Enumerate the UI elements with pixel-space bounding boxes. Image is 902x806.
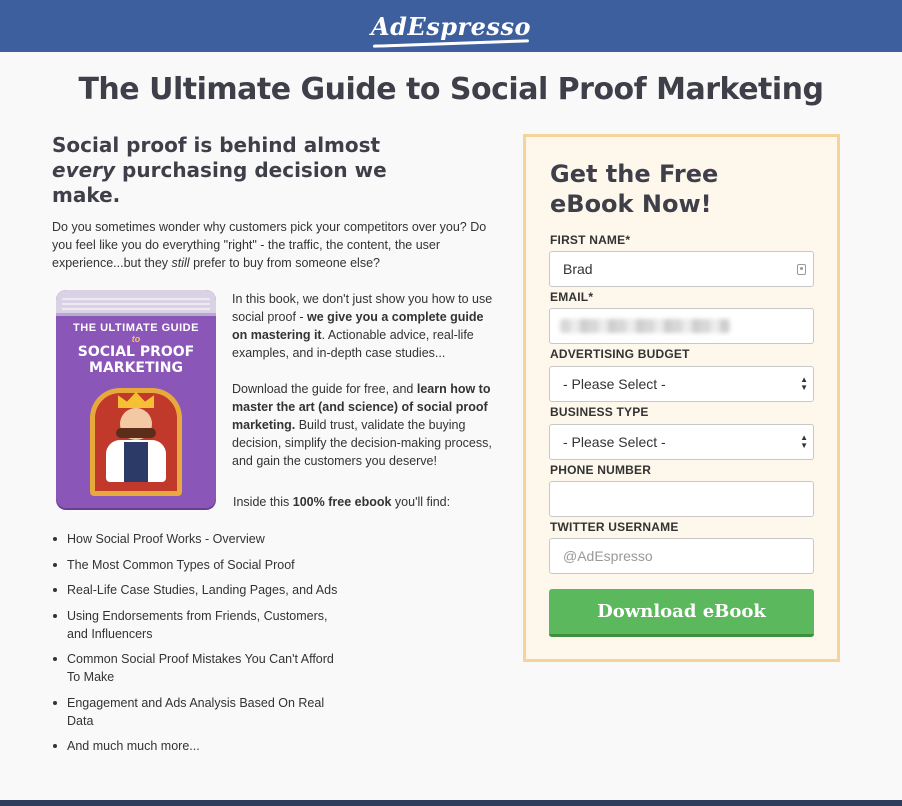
- bottom-bar: [0, 800, 902, 806]
- form-heading: Get the Free eBook Now!: [550, 160, 719, 218]
- list-item: Real-Life Case Studies, Landing Pages, a…: [52, 581, 342, 599]
- phone-number-input[interactable]: [549, 481, 814, 517]
- headline-text-1: Social proof is behind almost: [52, 133, 381, 157]
- business-type-label: BUSINESS TYPE: [550, 405, 649, 419]
- headline-emphasis: every: [52, 158, 116, 182]
- email-label: EMAIL*: [550, 290, 594, 304]
- list-item: Common Social Proof Mistakes You Can't A…: [52, 650, 342, 686]
- signup-form: Get the Free eBook Now! FIRST NAME* Brad…: [523, 134, 840, 662]
- twitter-username-input[interactable]: @AdEspresso: [549, 538, 814, 574]
- book-title-line4: MARKETING: [89, 360, 183, 376]
- advertising-budget-value: - Please Select -: [563, 376, 666, 392]
- advertising-budget-select[interactable]: - Please Select - ▲ ▼: [549, 366, 814, 402]
- list-item: Using Endorsements from Friends, Custome…: [52, 607, 342, 643]
- robe-inner-illustration: [124, 442, 148, 482]
- business-type-select[interactable]: - Please Select - ▲ ▼: [549, 424, 814, 460]
- phone-number-label: PHONE NUMBER: [550, 463, 652, 477]
- twitter-username-label: TWITTER USERNAME: [550, 520, 679, 534]
- redacted-email-value: [560, 319, 730, 333]
- first-name-input[interactable]: Brad: [549, 251, 814, 287]
- inside-ebook-text: Inside this 100% free ebook you'll find:: [233, 495, 450, 509]
- book-cover-title: THE ULTIMATE GUIDE to SOCIAL PROOF MARKE…: [56, 322, 216, 376]
- book-title-line1: THE ULTIMATE GUIDE: [73, 322, 199, 334]
- business-type-value: - Please Select -: [563, 434, 666, 450]
- inside-bold: 100% free ebook: [292, 495, 392, 509]
- book-title-line3: SOCIAL PROOF: [77, 344, 195, 360]
- logo-text: AdEspresso: [371, 11, 531, 41]
- intro-paragraph: Do you sometimes wonder why customers pi…: [52, 218, 497, 272]
- select-arrows-icon: ▲ ▼: [800, 375, 808, 392]
- contact-card-icon[interactable]: [797, 264, 806, 275]
- page-title: The Ultimate Guide to Social Proof Marke…: [78, 72, 824, 107]
- inside-text-2: you'll find:: [391, 495, 451, 509]
- twitter-placeholder: @AdEspresso: [563, 548, 653, 564]
- left-content: Social proof is behind almost every purc…: [52, 133, 502, 530]
- mustache-illustration: [116, 428, 156, 438]
- headline: Social proof is behind almost every purc…: [52, 133, 432, 208]
- list-item: The Most Common Types of Social Proof: [52, 556, 342, 574]
- advertising-budget-label: ADVERTISING BUDGET: [550, 347, 690, 361]
- top-header-bar: AdEspresso: [0, 0, 902, 52]
- list-item: How Social Proof Works - Overview: [52, 530, 342, 548]
- book-pages: [56, 290, 216, 316]
- intro-text-2: prefer to buy from someone else?: [189, 256, 380, 270]
- inside-text-1: Inside this: [233, 495, 293, 509]
- description-paragraph-2: Download the guide for free, and learn h…: [232, 380, 502, 470]
- features-list: How Social Proof Works - Overview The Mo…: [52, 530, 342, 763]
- list-item: Engagement and Ads Analysis Based On Rea…: [52, 694, 342, 730]
- first-name-value: Brad: [563, 261, 593, 277]
- select-arrows-icon: ▲ ▼: [800, 433, 808, 450]
- description-paragraph-1: In this book, we don't just show you how…: [232, 290, 502, 362]
- book-row: THE ULTIMATE GUIDE to SOCIAL PROOF MARKE…: [52, 290, 502, 530]
- book-title-line2: to: [131, 334, 141, 344]
- intro-emphasis: still: [171, 256, 190, 270]
- email-input[interactable]: [549, 308, 814, 344]
- ebook-cover-image: THE ULTIMATE GUIDE to SOCIAL PROOF MARKE…: [56, 290, 216, 508]
- list-item: And much much more...: [52, 737, 342, 755]
- download-ebook-button[interactable]: Download eBook: [549, 589, 814, 637]
- book-description: In this book, we don't just show you how…: [232, 290, 502, 470]
- first-name-label: FIRST NAME*: [550, 233, 631, 247]
- adespresso-logo[interactable]: AdEspresso: [371, 11, 531, 48]
- p2-text-1: Download the guide for free, and: [232, 382, 417, 396]
